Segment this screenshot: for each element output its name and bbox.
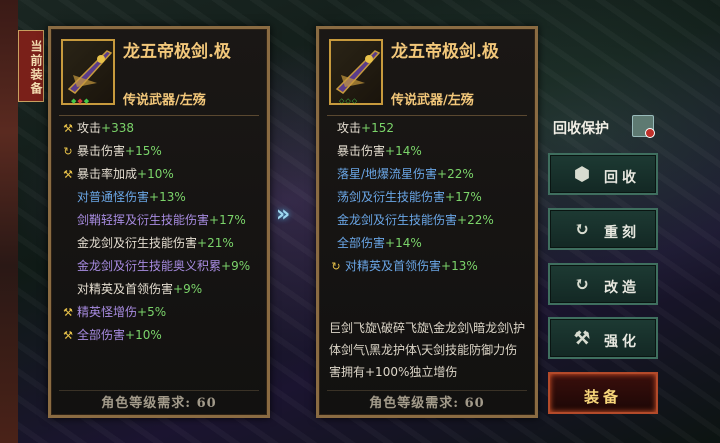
- stat-row: 全部伤害+14%: [329, 232, 529, 255]
- refresh-icon: ↻: [331, 260, 341, 273]
- item-stats: ⚒ 攻击+338 ↻ 暴击伤害+15% ⚒ 暴击率加成+10% 对普通怪伤害+13% 剑鞘轻挥…: [61, 117, 261, 347]
- stat-value: +15%: [125, 144, 162, 158]
- current-equipped-tag: 当前装备: [18, 30, 44, 102]
- stat-value: +17%: [445, 190, 482, 204]
- item-icon: ◇◇◇: [329, 39, 383, 105]
- stat-label: 全部伤害: [77, 328, 126, 342]
- refresh-icon: ↻: [63, 145, 73, 158]
- stat-label: 暴击率加成: [77, 167, 138, 181]
- stat-label: 攻击: [337, 121, 362, 135]
- stat-row: ⚒ 暴击率加成+10%: [61, 163, 261, 186]
- stat-row: 金龙剑及衍生技能伤害+22%: [329, 209, 529, 232]
- stat-label: 攻击: [77, 121, 102, 135]
- hammer-icon: ⚒: [63, 122, 73, 135]
- stat-row: 金龙剑及衍生技能奥义积累+9%: [61, 255, 261, 278]
- stat-value: +10%: [137, 167, 174, 181]
- level-requirement: 角色等级需求: 60: [369, 396, 485, 411]
- stat-row: 攻击+152: [329, 117, 529, 140]
- new-item-panel: ◇◇◇ 龙五帝极剑.极 传说武器/左殇 攻击+152 暴击伤害+14% 落星/地爆流…: [316, 26, 538, 418]
- item-type: 传说武器/左殇: [123, 93, 206, 108]
- level-requirement: 角色等级需求: 60: [101, 396, 217, 411]
- stat-label: 全部伤害: [337, 236, 386, 250]
- stat-value: +152: [361, 121, 394, 135]
- stat-row: 对精英及首领伤害+9%: [61, 278, 261, 301]
- stat-label: 荡剑及衍生技能伤害: [337, 190, 446, 204]
- stat-label: 暴击伤害: [337, 144, 386, 158]
- stat-value: +22%: [457, 213, 494, 227]
- enhance-button[interactable]: ⚒ 强化: [548, 317, 658, 359]
- stat-value: +14%: [385, 144, 422, 158]
- equip-button[interactable]: 装备: [548, 372, 658, 414]
- stat-value: +14%: [385, 236, 422, 250]
- hammer-icon: ⚒: [63, 329, 73, 342]
- item-name: 龙五帝极剑.极: [123, 42, 231, 62]
- stat-value: +13%: [149, 190, 186, 204]
- refresh-icon: ↻: [574, 274, 590, 295]
- lock-icon: [645, 128, 655, 138]
- inventory-strip: [0, 0, 18, 443]
- stat-label: 落星/地爆流星伤害: [337, 167, 438, 181]
- stat-label: 对普通怪伤害: [77, 190, 150, 204]
- stat-value: +13%: [441, 259, 478, 273]
- hammer-icon: ⚒: [573, 328, 591, 349]
- gem-slots-icon: ◆◆◆: [71, 97, 91, 105]
- stat-value: +10%: [125, 328, 162, 342]
- stat-label: 剑鞘轻挥及衍生技能伤害: [77, 213, 210, 227]
- stat-value: +9%: [173, 282, 203, 296]
- stat-row: ⚒ 全部伤害+10%: [61, 324, 261, 347]
- cube-icon: ⬢: [574, 164, 590, 185]
- compare-arrow-icon: »: [276, 202, 290, 227]
- stat-row: 剑鞘轻挥及衍生技能伤害+17%: [61, 209, 261, 232]
- stat-row: 对普通怪伤害+13%: [61, 186, 261, 209]
- stat-row: ↻ 暴击伤害+15%: [61, 140, 261, 163]
- item-description: 巨剑飞旋\破碎飞旋\金龙剑\暗龙剑\护体剑气\黑龙护体\天剑技能防御力伤害拥有+…: [329, 321, 526, 379]
- stat-label: 金龙剑及衍生技能伤害: [337, 213, 458, 227]
- stat-value: +9%: [221, 259, 251, 273]
- stat-value: +21%: [197, 236, 234, 250]
- stat-value: +22%: [437, 167, 474, 181]
- current-item-panel: ◆◆◆ 龙五帝极剑.极 传说武器/左殇 ⚒ 攻击+338 ↻ 暴击伤害+15% ⚒ 暴击率…: [48, 26, 270, 418]
- stat-value: +338: [101, 121, 134, 135]
- stat-value: +5%: [137, 305, 167, 319]
- stat-label: 对精英及首领伤害: [77, 282, 174, 296]
- hammer-icon: ⚒: [63, 168, 73, 181]
- item-name: 龙五帝极剑.极: [391, 42, 499, 62]
- recycle-protect-label: 回收保护: [553, 121, 609, 137]
- stat-label: 对精英及首领伤害: [345, 259, 442, 273]
- stat-row: 暴击伤害+14%: [329, 140, 529, 163]
- gem-slots-icon: ◇◇◇: [339, 97, 359, 105]
- hammer-icon: ⚒: [63, 306, 73, 319]
- stat-label: 金龙剑及衍生技能奥义积累: [77, 259, 222, 273]
- stat-label: 金龙剑及衍生技能伤害: [77, 236, 198, 250]
- stat-label: 精英怪增伤: [77, 305, 138, 319]
- refresh-icon: ↻: [574, 219, 590, 240]
- recycle-button[interactable]: ⬢ 回收: [548, 153, 658, 195]
- stat-row: 金龙剑及衍生技能伤害+21%: [61, 232, 261, 255]
- stat-row: 荡剑及衍生技能伤害+17%: [329, 186, 529, 209]
- stat-row: 落星/地爆流星伤害+22%: [329, 163, 529, 186]
- stat-row: ⚒ 攻击+338: [61, 117, 261, 140]
- stat-row: ⚒ 精英怪增伤+5%: [61, 301, 261, 324]
- item-type: 传说武器/左殇: [391, 93, 474, 108]
- recycle-protect-toggle[interactable]: [632, 115, 655, 138]
- stat-value: +17%: [209, 213, 246, 227]
- stat-label: 暴击伤害: [77, 144, 126, 158]
- item-stats: 攻击+152 暴击伤害+14% 落星/地爆流星伤害+22% 荡剑及衍生技能伤害+17%…: [329, 117, 529, 278]
- stat-row: ↻ 对精英及首领伤害+13%: [329, 255, 529, 278]
- remake-button[interactable]: ↻ 改造: [548, 263, 658, 305]
- item-icon: ◆◆◆: [61, 39, 115, 105]
- reforge-button[interactable]: ↻ 重刻: [548, 208, 658, 250]
